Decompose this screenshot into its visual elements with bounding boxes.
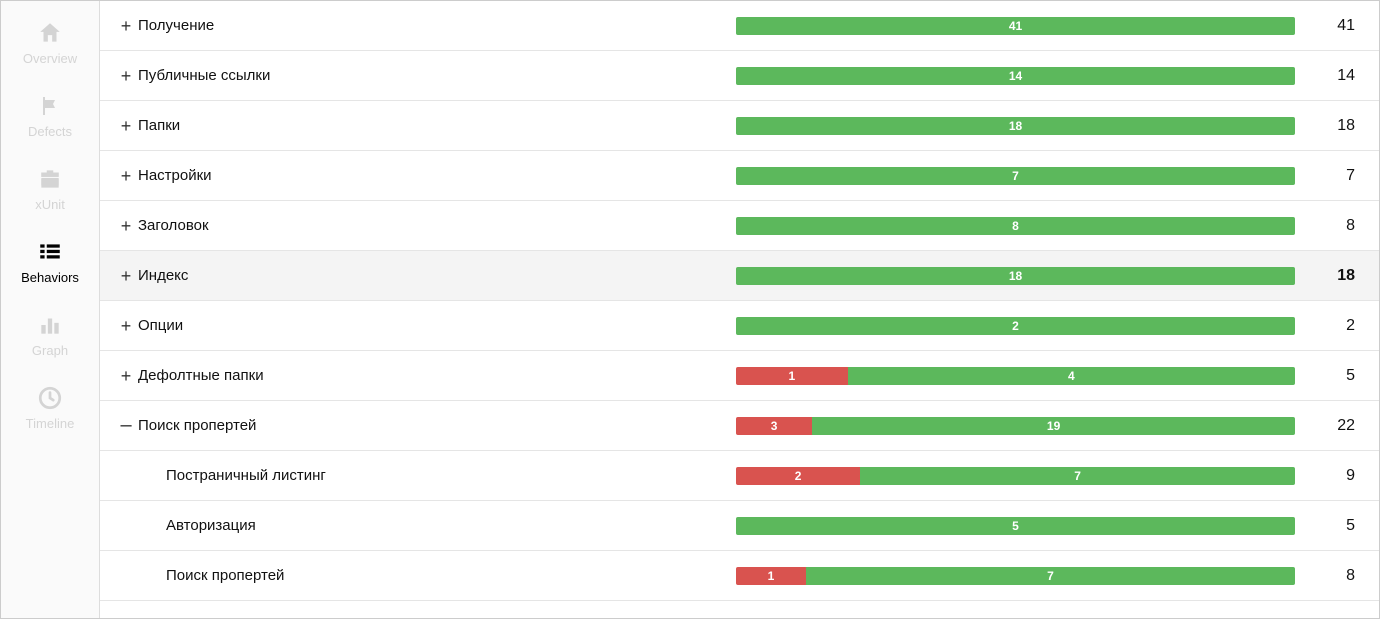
nav-label: Graph [32,343,68,358]
row-total: 2 [1295,317,1355,335]
nav-xunit[interactable]: xUnit [1,159,99,218]
passed-segment: 7 [806,567,1295,585]
passed-segment: 7 [736,167,1295,185]
row-total: 14 [1295,67,1355,85]
row-name: Папки [136,117,736,134]
passed-segment: 41 [736,17,1295,35]
behavior-child-row[interactable]: Постраничный листинг279 [100,451,1379,501]
status-bar: 14 [736,367,1295,385]
behavior-list: +Получение4141+Публичные ссылки1414+Папк… [100,1,1379,601]
behavior-row[interactable]: –Поиск пропертей31922 [100,401,1379,451]
row-name: Настройки [136,167,736,184]
expand-icon[interactable]: + [116,117,136,135]
status-bar: 18 [736,117,1295,135]
flag-icon [36,92,64,120]
nav-label: Timeline [26,416,75,431]
behavior-row[interactable]: +Настройки77 [100,151,1379,201]
behavior-row[interactable]: +Индекс1818 [100,251,1379,301]
passed-segment: 4 [848,367,1295,385]
row-total: 41 [1295,17,1355,35]
row-total: 8 [1295,567,1355,585]
nav-defects[interactable]: Defects [1,86,99,145]
expand-icon[interactable]: + [116,17,136,35]
passed-segment: 2 [736,317,1295,335]
expand-icon[interactable]: + [116,167,136,185]
main-panel: +Получение4141+Публичные ссылки1414+Папк… [99,1,1379,618]
expand-icon[interactable]: + [116,217,136,235]
row-total: 18 [1295,267,1355,285]
failed-segment: 2 [736,467,860,485]
passed-segment: 19 [812,417,1295,435]
row-name: Получение [136,17,736,34]
nav-label: xUnit [35,197,65,212]
clock-icon [36,384,64,412]
row-total: 18 [1295,117,1355,135]
nav-graph[interactable]: Graph [1,305,99,364]
row-name: Опции [136,317,736,334]
app-root: Overview Defects xUnit Behaviors Graph Timeli… [0,0,1380,619]
row-name: Авторизация [164,517,736,534]
passed-segment: 7 [860,467,1295,485]
briefcase-icon [36,165,64,193]
row-name: Поиск пропертей [164,567,736,584]
sidebar: Overview Defects xUnit Behaviors Graph Timeli… [1,1,99,618]
row-total: 9 [1295,467,1355,485]
status-bar: 7 [736,167,1295,185]
status-bar: 27 [736,467,1295,485]
row-name: Индекс [136,267,736,284]
behavior-row[interactable]: +Заголовок88 [100,201,1379,251]
behavior-child-row[interactable]: Поиск пропертей178 [100,551,1379,601]
row-name: Поиск пропертей [136,417,736,434]
row-total: 22 [1295,417,1355,435]
behavior-row[interactable]: +Публичные ссылки1414 [100,51,1379,101]
collapse-icon[interactable]: – [116,415,136,435]
row-name: Публичные ссылки [136,67,736,84]
behavior-row[interactable]: +Папки1818 [100,101,1379,151]
list-icon [36,238,64,266]
status-bar: 18 [736,267,1295,285]
row-total: 7 [1295,167,1355,185]
row-total: 5 [1295,367,1355,385]
status-bar: 17 [736,567,1295,585]
failed-segment: 3 [736,417,812,435]
status-bar: 2 [736,317,1295,335]
home-icon [36,19,64,47]
nav-label: Behaviors [21,270,79,285]
behavior-row[interactable]: +Дефолтные папки145 [100,351,1379,401]
passed-segment: 5 [736,517,1295,535]
failed-segment: 1 [736,367,848,385]
passed-segment: 14 [736,67,1295,85]
row-name: Заголовок [136,217,736,234]
expand-icon[interactable]: + [116,317,136,335]
row-total: 5 [1295,517,1355,535]
nav-timeline[interactable]: Timeline [1,378,99,437]
status-bar: 8 [736,217,1295,235]
status-bar: 319 [736,417,1295,435]
status-bar: 14 [736,67,1295,85]
expand-icon[interactable]: + [116,267,136,285]
bars-icon [36,311,64,339]
status-bar: 41 [736,17,1295,35]
behavior-row[interactable]: +Опции22 [100,301,1379,351]
nav-label: Overview [23,51,77,66]
status-bar: 5 [736,517,1295,535]
nav-label: Defects [28,124,72,139]
row-total: 8 [1295,217,1355,235]
nav-overview[interactable]: Overview [1,13,99,72]
passed-segment: 18 [736,117,1295,135]
row-name: Постраничный листинг [164,467,736,484]
passed-segment: 18 [736,267,1295,285]
expand-icon[interactable]: + [116,367,136,385]
expand-icon[interactable]: + [116,67,136,85]
behavior-child-row[interactable]: Авторизация55 [100,501,1379,551]
behavior-row[interactable]: +Получение4141 [100,1,1379,51]
failed-segment: 1 [736,567,806,585]
row-name: Дефолтные папки [136,367,736,384]
nav-behaviors[interactable]: Behaviors [1,232,99,291]
passed-segment: 8 [736,217,1295,235]
